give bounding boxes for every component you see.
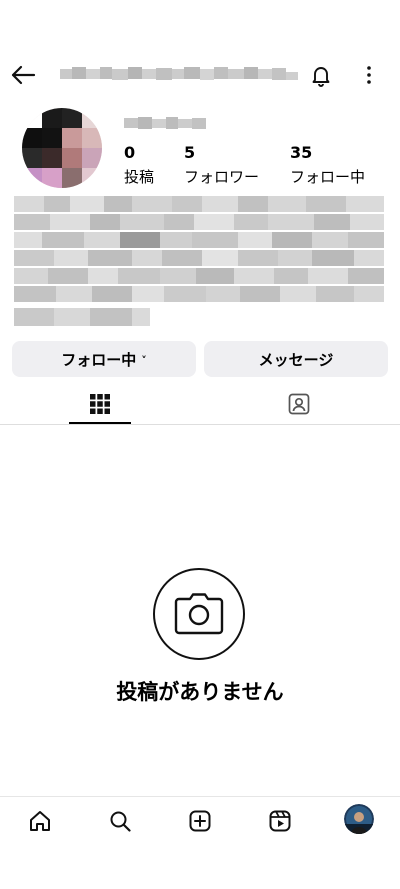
grid-icon bbox=[90, 394, 110, 414]
following-button-label: フォロー中 bbox=[61, 350, 137, 369]
nav-home[interactable] bbox=[20, 804, 60, 838]
display-name-blurred bbox=[124, 115, 206, 131]
posts-label: 投稿 bbox=[124, 168, 155, 186]
followers-count: 5 bbox=[184, 143, 196, 162]
following-button[interactable]: フォロー中 ˅ bbox=[12, 341, 196, 377]
posts-count: 0 bbox=[124, 143, 136, 162]
nav-profile-avatar[interactable] bbox=[344, 804, 374, 834]
more-options-button[interactable] bbox=[354, 60, 384, 90]
search-icon bbox=[110, 811, 131, 832]
arrow-left-icon bbox=[11, 65, 36, 85]
following-count: 35 bbox=[290, 143, 313, 162]
tagged-person-icon bbox=[288, 393, 310, 415]
create-icon bbox=[189, 810, 211, 832]
bell-icon bbox=[312, 67, 330, 87]
tab-divider bbox=[0, 424, 400, 425]
chevron-down-icon: ˅ bbox=[141, 353, 147, 367]
message-button-label: メッセージ bbox=[258, 350, 334, 369]
posts-stat: 0 投稿 bbox=[124, 143, 154, 187]
bio-blurred bbox=[14, 196, 384, 330]
nav-search[interactable] bbox=[100, 804, 140, 838]
back-button[interactable] bbox=[8, 60, 38, 90]
followers-stat[interactable]: 5 フォロワー bbox=[184, 143, 259, 187]
nav-reels[interactable] bbox=[260, 804, 300, 838]
camera-icon bbox=[174, 593, 224, 635]
followers-label: フォロワー bbox=[184, 168, 260, 186]
reels-icon bbox=[269, 810, 291, 832]
home-icon bbox=[30, 811, 50, 831]
bottom-nav-divider bbox=[0, 796, 400, 797]
tab-posts-grid[interactable] bbox=[69, 384, 131, 424]
message-button[interactable]: メッセージ bbox=[204, 341, 388, 377]
tab-tagged[interactable] bbox=[268, 384, 330, 424]
username-blurred bbox=[60, 66, 300, 82]
following-stat[interactable]: 35 フォロー中 bbox=[290, 143, 365, 187]
profile-avatar[interactable] bbox=[22, 108, 102, 188]
notifications-button[interactable] bbox=[306, 60, 336, 90]
empty-state-camera bbox=[153, 568, 245, 660]
nav-create[interactable] bbox=[180, 804, 220, 838]
more-vertical-icon bbox=[367, 66, 371, 84]
empty-state-label: 投稿がありません bbox=[116, 680, 284, 704]
following-label: フォロー中 bbox=[290, 168, 366, 186]
